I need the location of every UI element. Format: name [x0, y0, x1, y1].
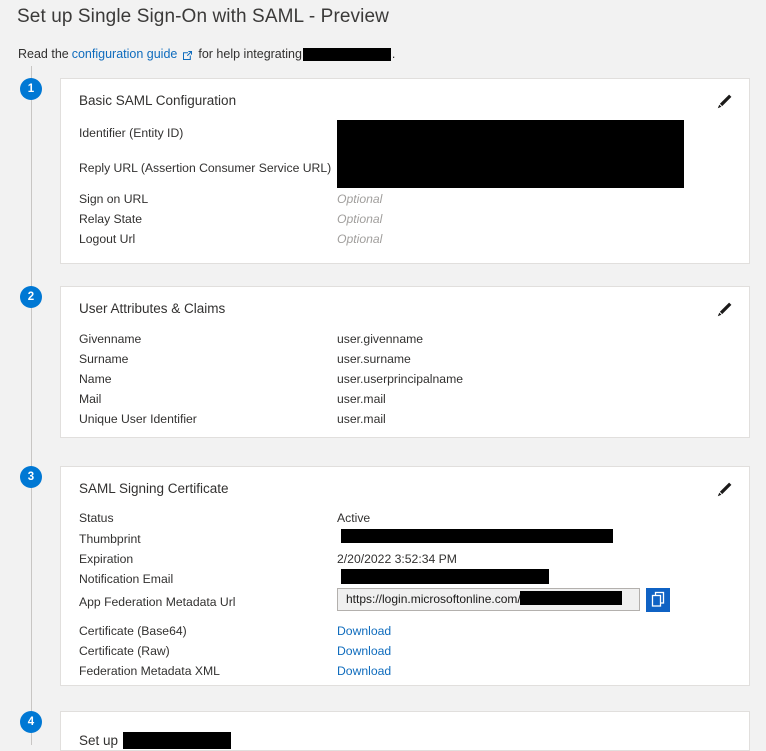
metadata-url-field[interactable]: https://login.microsoftonline.com/: [337, 588, 640, 611]
row-expiration: Expiration 2/20/2022 3:52:34 PM: [79, 552, 735, 569]
row-value: user.userprincipalname: [337, 372, 464, 386]
row-sign-on-url: Sign on URL Optional: [79, 192, 735, 209]
row-label: Reply URL (Assertion Consumer Service UR…: [79, 161, 332, 175]
row-federation-metadata-xml: Federation Metadata XML Download: [79, 664, 735, 681]
download-federation-metadata-xml-link[interactable]: Download: [337, 664, 391, 678]
row-label: Certificate (Raw): [79, 644, 170, 658]
card-saml-signing-certificate: SAML Signing Certificate Status Active T…: [60, 466, 750, 686]
row-relay-state: Relay State Optional: [79, 212, 735, 229]
row-label: Federation Metadata XML: [79, 664, 220, 678]
card-title-2: User Attributes & Claims: [79, 301, 226, 316]
pencil-icon-1[interactable]: [713, 91, 735, 113]
redacted-app-name-4: [123, 732, 232, 749]
card-title-1: Basic SAML Configuration: [79, 93, 237, 108]
row-label: Unique User Identifier: [79, 412, 197, 426]
redacted-value-block: [337, 120, 684, 188]
row-label: Status: [79, 511, 114, 525]
row-value: user.givenname: [337, 332, 424, 346]
step-badge-3: 3: [20, 466, 42, 488]
row-givenname: Givenname user.givenname: [79, 332, 735, 349]
step-badge-2: 2: [20, 286, 42, 308]
copy-icon[interactable]: [646, 588, 670, 612]
row-value: Optional: [337, 212, 383, 226]
row-name: Name user.userprincipalname: [79, 372, 735, 389]
row-logout-url: Logout Url Optional: [79, 232, 735, 249]
card-user-attributes-claims: User Attributes & Claims Givenname user.…: [60, 286, 750, 438]
subtitle-prefix: Read the: [18, 47, 69, 61]
row-label: Givenname: [79, 332, 142, 346]
row-label: Name: [79, 372, 112, 386]
row-value: Optional: [337, 232, 383, 246]
row-mail: Mail user.mail: [79, 392, 735, 409]
redacted-thumbprint: [341, 529, 613, 543]
card-basic-saml-configuration: Basic SAML Configuration Identifier (Ent…: [60, 78, 750, 264]
row-unique-user-identifier: Unique User Identifier user.mail: [79, 412, 735, 429]
setup-prefix: Set up: [79, 733, 119, 748]
step-badge-1: 1: [20, 78, 42, 100]
step-connector-line: [31, 66, 32, 745]
download-certificate-raw-link[interactable]: Download: [337, 644, 391, 658]
row-certificate-base64: Certificate (Base64) Download: [79, 624, 735, 641]
row-label: App Federation Metadata Url: [79, 595, 236, 609]
pencil-icon-3[interactable]: [713, 479, 735, 501]
row-label: Logout Url: [79, 232, 136, 246]
row-label: Sign on URL: [79, 192, 149, 206]
card-title-3: SAML Signing Certificate: [79, 481, 229, 496]
redacted-app-name: [302, 47, 391, 61]
metadata-url-text: https://login.microsoftonline.com/: [346, 592, 521, 606]
row-status: Status Active: [79, 511, 735, 528]
row-surname: Surname user.surname: [79, 352, 735, 369]
redacted-notification-email: [341, 569, 549, 584]
row-label: Certificate (Base64): [79, 624, 187, 638]
pencil-icon-2[interactable]: [713, 299, 735, 321]
row-value: Optional: [337, 192, 383, 206]
page-title: Set up Single Sign-On with SAML - Previe…: [17, 6, 389, 27]
row-value: user.surname: [337, 352, 411, 366]
row-value: Active: [337, 511, 371, 525]
row-value: user.mail: [337, 392, 386, 406]
card-set-up-app: Set up: [60, 711, 750, 751]
subtitle-middle: for help integrating: [198, 47, 302, 61]
row-label: Notification Email: [79, 572, 174, 586]
row-label: Surname: [79, 352, 129, 366]
subtitle-suffix: .: [391, 47, 396, 61]
download-certificate-base64-link[interactable]: Download: [337, 624, 391, 638]
row-label: Identifier (Entity ID): [79, 126, 184, 140]
sso-setup-page: Set up Single Sign-On with SAML - Previe…: [0, 0, 766, 751]
row-label: Expiration: [79, 552, 134, 566]
row-certificate-raw: Certificate (Raw) Download: [79, 644, 735, 661]
configuration-guide-link[interactable]: configuration guide: [72, 47, 178, 61]
external-link-icon[interactable]: [182, 50, 193, 61]
redacted-metadata-url-tail: [519, 591, 622, 605]
row-label: Relay State: [79, 212, 143, 226]
row-label: Mail: [79, 392, 102, 406]
subtitle-line: Read the configuration guide for help in…: [18, 47, 395, 61]
row-label: Thumbprint: [79, 532, 141, 546]
step-badge-4: 4: [20, 711, 42, 733]
row-value: 2/20/2022 3:52:34 PM: [337, 552, 457, 566]
row-value: user.mail: [337, 412, 386, 426]
setup-app-title: Set up: [79, 732, 232, 749]
